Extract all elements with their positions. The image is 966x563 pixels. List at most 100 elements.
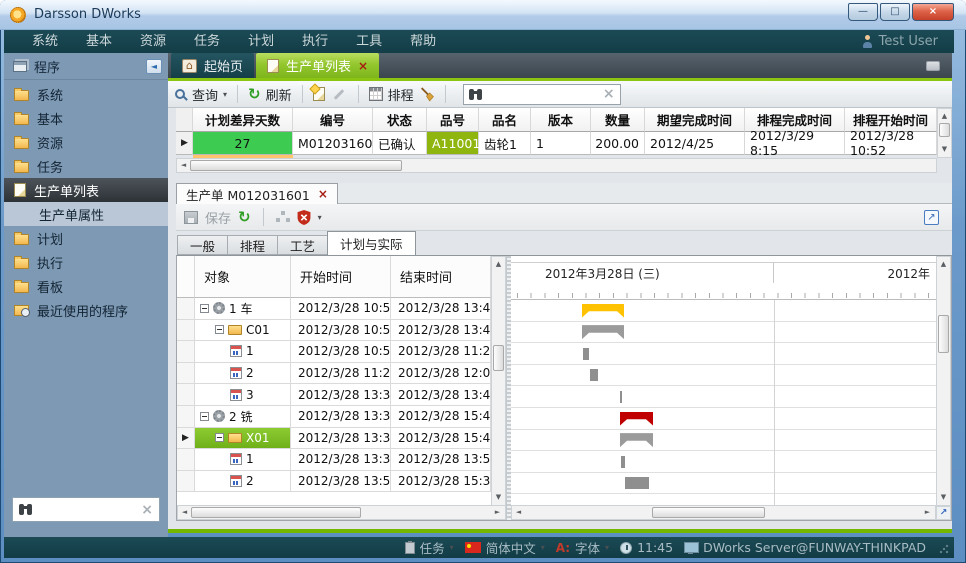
clear-icon[interactable]: × <box>141 502 153 518</box>
minimize-button[interactable]: — <box>848 3 878 21</box>
menu-item-任务[interactable]: 任务 <box>180 30 234 53</box>
edit-icon[interactable] <box>333 89 344 100</box>
tree-column-header-0[interactable]: 对象 <box>195 256 291 298</box>
tree-row-2 铣[interactable]: 2 铣2012/3/28 13:302012/3/28 15:40 <box>177 406 506 428</box>
refresh-icon[interactable]: ↻ <box>238 210 251 224</box>
status-item-monitor[interactable]: DWorks Server@FUNWAY-THINKPAD <box>684 538 926 557</box>
save-button[interactable]: 保存 <box>205 208 231 227</box>
menu-item-帮助[interactable]: 帮助 <box>396 30 450 53</box>
broom-icon[interactable] <box>419 87 435 102</box>
column-header-status[interactable]: 状态 <box>373 108 427 132</box>
tree-row-2[interactable]: 22012/3/28 11:222012/3/28 12:00 <box>177 363 506 385</box>
tree-row-2[interactable]: 22012/3/28 13:502012/3/28 15:30 <box>177 471 506 493</box>
scroll-left-icon[interactable]: ◄ <box>178 506 191 519</box>
tree-row-1 车[interactable]: 1 车2012/3/28 10:522012/3/28 13:40 <box>177 298 506 320</box>
scroll-thumb[interactable] <box>493 345 504 371</box>
scroll-left-icon[interactable]: ◄ <box>512 506 525 519</box>
gantt-horizontal-scrollbar[interactable]: ◄ ► <box>511 505 936 520</box>
scroll-right-icon[interactable]: ► <box>921 506 934 519</box>
close-icon[interactable]: × <box>358 59 368 73</box>
gantt-bar-task[interactable] <box>625 477 649 489</box>
scroll-left-icon[interactable]: ◄ <box>177 159 190 172</box>
gantt-vertical-scrollbar[interactable]: ▲ ▼ <box>936 256 951 506</box>
sidebar-search-input[interactable] <box>39 503 135 517</box>
grid-vertical-scrollbar[interactable]: ▲ ▼ <box>937 108 952 158</box>
sidebar-item-生产单列表[interactable]: 生产单列表 <box>4 178 168 202</box>
query-button[interactable]: 查询 <box>192 85 218 104</box>
expander-icon[interactable] <box>215 433 224 442</box>
detail-tab-计划与实际[interactable]: 计划与实际 <box>327 231 416 255</box>
close-icon[interactable]: × <box>318 187 328 201</box>
sidebar-item-任务[interactable]: 任务 <box>4 154 168 178</box>
scroll-right-icon[interactable]: ► <box>491 506 504 519</box>
column-header-item_no[interactable]: 品号 <box>427 108 479 132</box>
expander-icon[interactable] <box>200 412 209 421</box>
tab-起始页[interactable]: ⌂起始页 <box>171 53 254 78</box>
dropdown-icon[interactable]: ▾ <box>605 543 609 552</box>
detail-tab-一般[interactable]: 一般 <box>177 235 227 255</box>
scroll-down-icon[interactable]: ▼ <box>937 491 950 504</box>
column-header-code[interactable]: 编号 <box>293 108 373 132</box>
sidebar-collapse-button[interactable]: ◄ <box>146 59 162 74</box>
resize-grip[interactable] <box>939 544 949 554</box>
column-header-qty[interactable]: 数量 <box>591 108 645 132</box>
column-header-item_name[interactable]: 品名 <box>479 108 531 132</box>
status-item-flag[interactable]: 简体中文▾ <box>465 538 545 557</box>
sidebar-item-系统[interactable]: 系统 <box>4 82 168 106</box>
scroll-down-icon[interactable]: ▼ <box>492 491 505 504</box>
dropdown-icon[interactable]: ▾ <box>450 543 454 552</box>
sidebar-item-资源[interactable]: 资源 <box>4 130 168 154</box>
hierarchy-icon[interactable] <box>276 211 290 223</box>
menu-item-计划[interactable]: 计划 <box>234 30 288 53</box>
grid-horizontal-scrollbar[interactable]: ◄ <box>176 158 937 173</box>
tree-horizontal-scrollbar[interactable]: ◄ ► <box>177 505 506 520</box>
status-item-clock[interactable]: 11:45 <box>620 538 673 557</box>
sidebar-item-最近使用的程序[interactable]: 最近使用的程序 <box>4 298 168 322</box>
column-header-expect[interactable]: 期望完成时间 <box>645 108 745 132</box>
tree-row-C01[interactable]: C012012/3/28 10:522012/3/28 13:40 <box>177 320 506 342</box>
menu-item-工具[interactable]: 工具 <box>342 30 396 53</box>
gantt-bar-task[interactable] <box>583 348 589 360</box>
dropdown-icon[interactable]: ▾ <box>541 543 545 552</box>
scroll-up-icon[interactable]: ▲ <box>938 110 951 123</box>
open-external-icon[interactable]: ↗ <box>924 210 939 225</box>
tab-生产单列表[interactable]: 生产单列表× <box>256 53 379 78</box>
menu-item-系统[interactable]: 系统 <box>18 30 72 53</box>
tree-column-header-2[interactable]: 结束时间 <box>391 256 491 298</box>
sidebar-item-基本[interactable]: 基本 <box>4 106 168 130</box>
scroll-up-icon[interactable]: ▲ <box>492 258 505 271</box>
query-dropdown-icon[interactable]: ▾ <box>223 90 227 99</box>
menu-item-基本[interactable]: 基本 <box>72 30 126 53</box>
tree-row-3[interactable]: 32012/3/28 13:302012/3/28 13:40 <box>177 384 506 406</box>
clear-icon[interactable]: × <box>603 86 615 102</box>
detail-tab-排程[interactable]: 排程 <box>227 235 277 255</box>
tree-column-header-1[interactable]: 开始时间 <box>291 256 391 298</box>
close-button[interactable]: × <box>912 3 954 21</box>
schedule-button[interactable]: 排程 <box>388 85 414 104</box>
scroll-thumb[interactable] <box>190 160 402 171</box>
sidebar-item-看板[interactable]: 看板 <box>4 274 168 298</box>
detail-tab-工艺[interactable]: 工艺 <box>277 235 327 255</box>
detail-document-tab[interactable]: 生产单 M012031601 × <box>176 183 338 204</box>
sidebar-item-生产单属性[interactable]: 生产单属性 <box>4 202 168 226</box>
status-item-font[interactable]: A:字体▾ <box>556 538 609 557</box>
scroll-thumb[interactable] <box>938 315 949 353</box>
tree-row-1[interactable]: 12012/3/28 13:302012/3/28 13:50 <box>177 449 506 471</box>
gantt-bar-task[interactable] <box>621 456 625 468</box>
expander-icon[interactable] <box>215 325 224 334</box>
menu-item-执行[interactable]: 执行 <box>288 30 342 53</box>
refresh-button[interactable]: 刷新 <box>266 85 292 104</box>
new-document-button[interactable] <box>313 87 325 101</box>
tree-row-1[interactable]: 12012/3/28 10:522012/3/28 11:22 <box>177 341 506 363</box>
scroll-down-icon[interactable]: ▼ <box>938 143 951 156</box>
tree-row-X01[interactable]: ▶X012012/3/28 13:302012/3/28 15:40 <box>177 428 506 450</box>
gantt-bar-task[interactable] <box>620 391 622 403</box>
toolbar-search-input[interactable] <box>488 87 598 101</box>
column-header-diff[interactable]: 计划差异天数 <box>193 108 293 132</box>
pin-icon[interactable] <box>926 61 940 71</box>
tree-vertical-scrollbar[interactable]: ▲ ▼ <box>491 256 506 506</box>
sidebar-item-计划[interactable]: 计划 <box>4 226 168 250</box>
scroll-thumb[interactable] <box>939 123 950 137</box>
current-user[interactable]: Test User <box>862 34 938 49</box>
column-header-version[interactable]: 版本 <box>531 108 591 132</box>
